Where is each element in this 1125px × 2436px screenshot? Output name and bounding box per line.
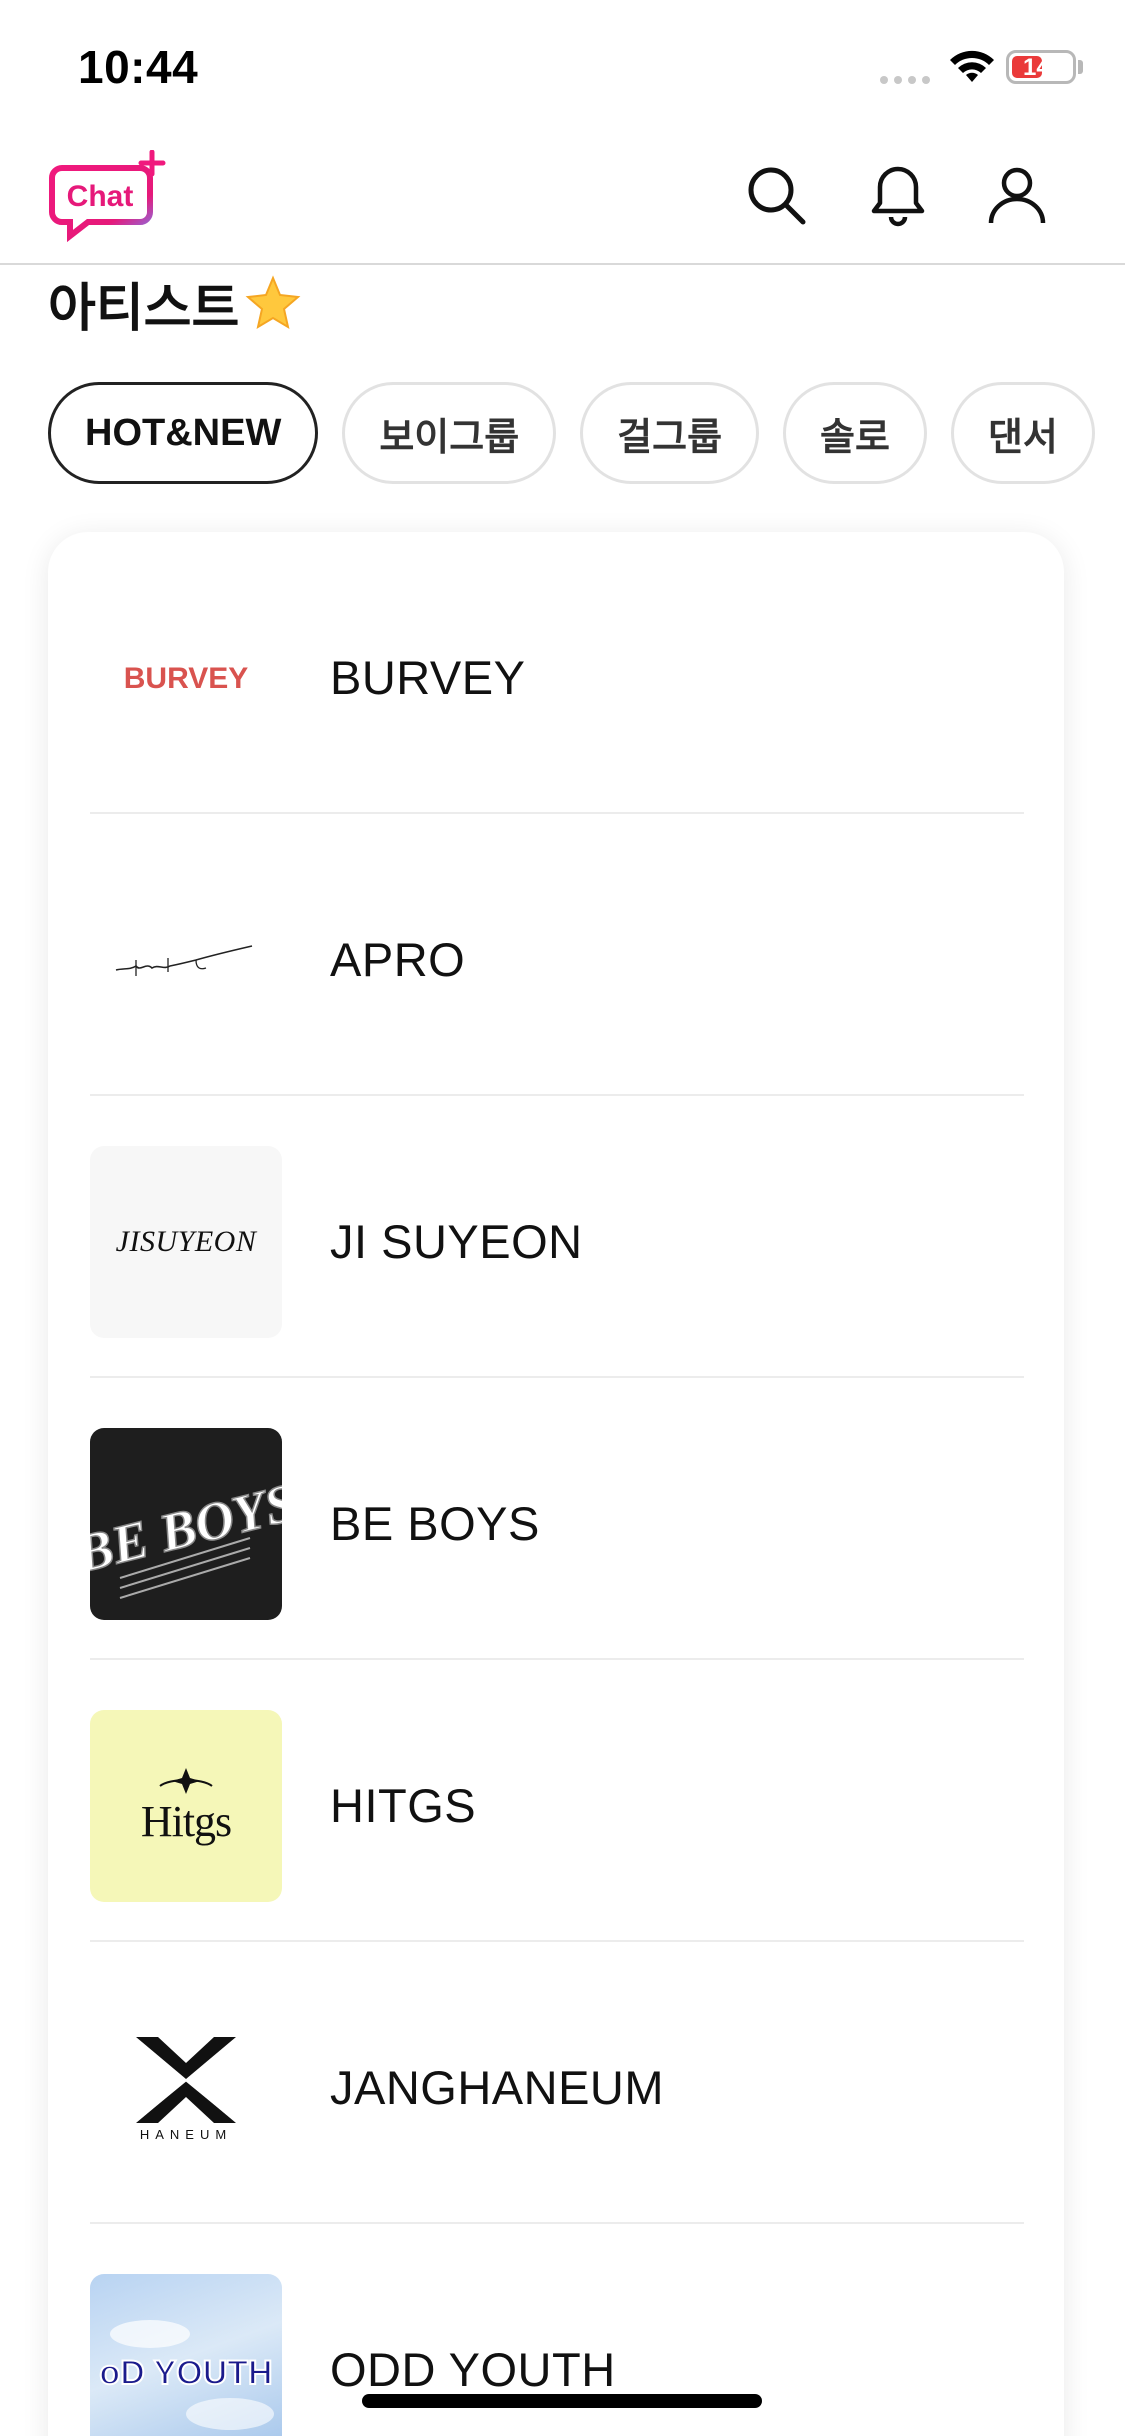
artist-row-burvey[interactable]: BURVEY BURVEY (90, 532, 1024, 814)
artist-logo-apro (90, 864, 282, 1056)
svg-text:BURVEY: BURVEY (124, 662, 248, 695)
artist-name: JANGHANEUM (330, 2061, 665, 2114)
wifi-icon (950, 50, 994, 82)
artist-logo-hitgs: Hitgs (90, 1710, 282, 1902)
section-title: 아티스트 (48, 266, 303, 341)
user-icon[interactable] (985, 163, 1049, 227)
svg-text:oD YOUTH: oD YOUTH (99, 2354, 272, 2392)
filter-girl-group[interactable]: 걸그룹 (580, 382, 760, 484)
artist-name: HITGS (330, 1779, 477, 1832)
artist-logo-burvey: BURVEY (90, 582, 282, 774)
artist-row-apro[interactable]: APRO (90, 814, 1024, 1096)
artist-row-ji-suyeon[interactable]: JISUYEON JI SUYEON (90, 1096, 1024, 1378)
search-icon[interactable] (744, 163, 808, 227)
chat-logo[interactable]: Chat (48, 150, 170, 250)
battery-level: 14 (1023, 54, 1050, 81)
status-time: 10:44 (78, 41, 199, 93)
artist-row-janghaneum[interactable]: HANEUM JANGHANEUM (90, 1942, 1024, 2224)
battery-cap (1078, 60, 1083, 74)
artist-name: JI SUYEON (330, 1215, 583, 1268)
battery-icon: 14 (1006, 50, 1076, 84)
app-header: Chat (0, 135, 1125, 265)
filter-dancer[interactable]: 댄서 (950, 382, 1095, 484)
artist-logo-odd-youth: oD YOUTH (90, 2274, 282, 2436)
star-icon (245, 274, 301, 329)
filter-hot-new[interactable]: HOT&NEW (48, 382, 319, 484)
category-filters: HOT&NEW 보이그룹 걸그룹 솔로 댄서 (48, 382, 1095, 484)
filter-solo[interactable]: 솔로 (783, 382, 927, 484)
status-bar: 10:44 14 (0, 0, 1125, 135)
artist-logo-janghaneum: HANEUM (90, 1992, 282, 2184)
filter-boy-group[interactable]: 보이그룹 (342, 382, 557, 484)
section-title-text: 아티스트 (48, 280, 240, 338)
artist-row-hitgs[interactable]: Hitgs HITGS (90, 1660, 1024, 1942)
cellular-signal-icon (880, 76, 930, 84)
artist-row-be-boys[interactable]: BE BOYS BE BOYS (90, 1378, 1024, 1660)
artist-logo-be-boys: BE BOYS (90, 1428, 282, 1620)
artist-logo-ji-suyeon: JISUYEON (90, 1146, 282, 1338)
artist-name: BE BOYS (330, 1497, 540, 1550)
artist-name: BURVEY (330, 651, 526, 704)
artist-name: ODD YOUTH (330, 2343, 616, 2396)
bell-icon[interactable] (866, 163, 930, 227)
artist-list: BURVEY BURVEY APRO JISUYEON JI SUYEON BE… (48, 532, 1064, 2436)
artist-name: APRO (330, 933, 466, 986)
home-indicator[interactable] (362, 2394, 762, 2408)
logo-text: Chat (67, 180, 134, 213)
